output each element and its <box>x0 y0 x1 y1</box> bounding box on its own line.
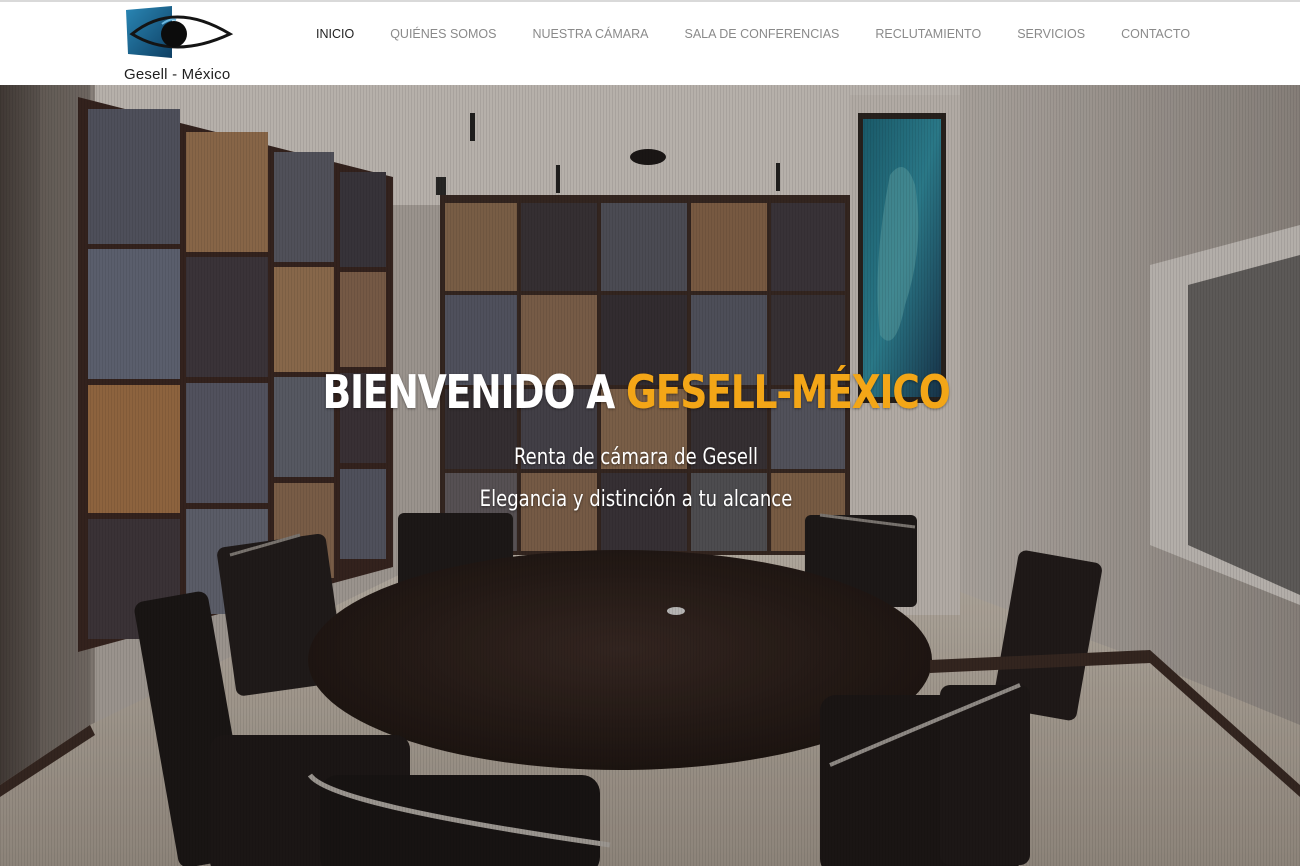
nav-item-quienes-somos[interactable]: QUIÉNES SOMOS <box>372 24 514 44</box>
nav-item-nuestra-camara[interactable]: NUESTRA CÁMARA <box>514 24 666 44</box>
main-nav: INICIO QUIÉNES SOMOS NUESTRA CÁMARA SALA… <box>298 24 1208 44</box>
eye-logo-icon <box>126 6 234 58</box>
site-header: Gesell - México INICIO QUIÉNES SOMOS NUE… <box>0 0 1300 85</box>
nav-item-contacto[interactable]: CONTACTO <box>1103 24 1208 44</box>
hero-title-prefix: BIENVENIDO A <box>322 365 626 419</box>
logo[interactable]: Gesell - México <box>120 4 235 84</box>
nav-item-sala-de-conferencias[interactable]: SALA DE CONFERENCIAS <box>666 24 857 44</box>
nav-item-servicios[interactable]: SERVICIOS <box>999 24 1103 44</box>
hero-subtitle-2: Elegancia y distinción a tu alcance <box>479 487 793 512</box>
nav-item-reclutamiento[interactable]: RECLUTAMIENTO <box>857 24 999 44</box>
scanline-overlay <box>0 85 1300 866</box>
hero-title-accent: GESELL-MÉXICO <box>625 365 951 419</box>
hero-title: BIENVENIDO A GESELL-MÉXICO <box>114 365 1157 419</box>
logo-text: Gesell - México <box>124 66 231 83</box>
hero-section: BIENVENIDO A GESELL-MÉXICO Renta de cáma… <box>0 85 1300 866</box>
hero-subtitle-1: Renta de cámara de Gesell <box>513 445 759 470</box>
nav-item-inicio[interactable]: INICIO <box>298 24 372 44</box>
